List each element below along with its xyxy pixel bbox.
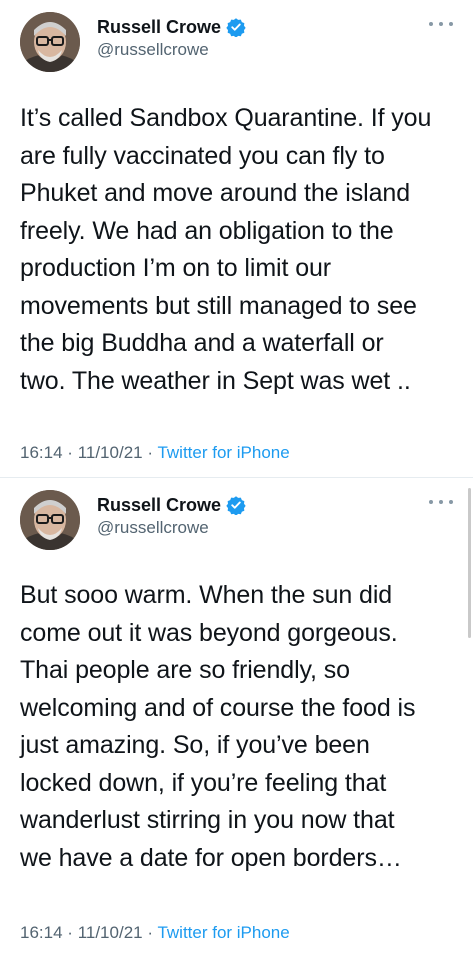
author-avatar[interactable]	[20, 12, 80, 72]
tweet-text: It’s called Sandbox Quarantine. If you a…	[20, 104, 432, 395]
author-name[interactable]: Russell Crowe	[97, 494, 221, 516]
verified-badge-icon	[226, 495, 246, 515]
tweet-time[interactable]: 16:14	[20, 443, 63, 462]
scrollbar-thumb[interactable]	[468, 488, 471, 638]
more-options-icon[interactable]	[429, 496, 453, 508]
tweet-meta: 16:14 · 11/10/21 · Twitter for iPhone	[20, 442, 290, 464]
verified-badge-icon	[226, 17, 246, 37]
tweet-meta: 16:14 · 11/10/21 · Twitter for iPhone	[20, 922, 290, 944]
avatar-photo-icon	[20, 490, 80, 550]
tweet-source-link[interactable]: Twitter for iPhone	[157, 443, 289, 462]
more-options-icon[interactable]	[429, 18, 453, 30]
tweet-date[interactable]: 11/10/21	[78, 443, 143, 462]
tweet[interactable]: Russell Crowe @russellcrowe But sooo war…	[0, 478, 473, 960]
tweet[interactable]: Russell Crowe @russellcrowe It’s called …	[0, 0, 473, 478]
author-handle[interactable]: @russellcrowe	[97, 517, 209, 539]
tweet-time[interactable]: 16:14	[20, 923, 63, 942]
meta-separator: ·	[147, 443, 154, 462]
tweet-source-link[interactable]: Twitter for iPhone	[157, 923, 289, 942]
author-handle[interactable]: @russellcrowe	[97, 39, 209, 61]
tweet-date[interactable]: 11/10/21	[78, 923, 143, 942]
author-avatar[interactable]	[20, 490, 80, 550]
author-name[interactable]: Russell Crowe	[97, 16, 221, 38]
meta-separator: ·	[67, 443, 73, 462]
tweet-text: But sooo warm. When the sun did come out…	[20, 581, 416, 872]
meta-separator: ·	[67, 923, 73, 942]
meta-separator: ·	[147, 923, 154, 942]
avatar-photo-icon	[20, 12, 80, 72]
